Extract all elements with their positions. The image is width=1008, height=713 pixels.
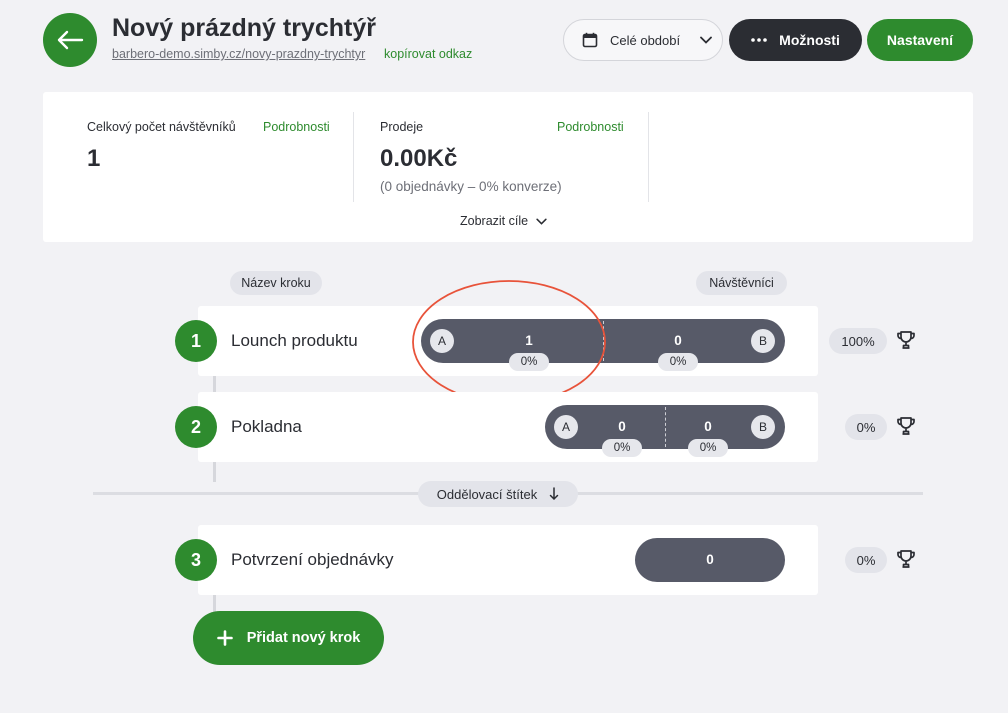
variant-b-visitors: 0 [704, 419, 712, 434]
step-name[interactable]: Lounch produktu [231, 331, 358, 351]
variant-b-visitors: 0 [674, 333, 682, 348]
step-number-badge: 1 [175, 320, 217, 362]
variant-b-percentage: 0% [658, 353, 698, 371]
visitors-value: 1 [87, 145, 101, 172]
visitors-label: Celkový počet návštěvníků [87, 120, 236, 134]
sales-details-link[interactable]: Podrobnosti [557, 120, 624, 134]
visitors-details-link[interactable]: Podrobnosti [263, 120, 330, 134]
step-number-badge: 3 [175, 539, 217, 581]
plus-icon [216, 630, 233, 646]
settings-button[interactable]: Nastavení [867, 19, 973, 61]
variant-a-badge: A [554, 415, 578, 439]
show-goals-toggle[interactable]: Zobrazit cíle [460, 214, 547, 228]
arrow-down-icon [549, 487, 559, 501]
variant-a-visitors: 1 [525, 333, 533, 348]
variant-a-percentage: 0% [602, 439, 642, 457]
sales-subtext: (0 objednávky – 0% konverze) [380, 179, 562, 194]
more-dots-icon [751, 38, 767, 42]
step-name[interactable]: Potvrzení objednávky [231, 550, 394, 570]
sales-label: Prodeje [380, 120, 424, 134]
period-label: Celé období [610, 32, 681, 48]
variant-a-visitors: 0 [618, 419, 626, 434]
trophy-icon[interactable] [896, 549, 916, 574]
step-number-badge: 2 [175, 406, 217, 448]
sales-value: 0.00Kč [380, 145, 458, 172]
step-name[interactable]: Pokladna [231, 417, 302, 437]
variant-b-percentage: 0% [688, 439, 728, 457]
back-button[interactable] [43, 13, 97, 67]
chevron-down-icon [700, 36, 713, 44]
variant-b-badge: B [751, 415, 775, 439]
funnel-url-link[interactable]: barbero-demo.simby.cz/novy-prazdny-trych… [112, 47, 365, 61]
options-button[interactable]: Možnosti [729, 19, 862, 61]
step-conversion-rate: 0% [845, 414, 887, 440]
chevron-down-icon [536, 218, 547, 225]
step-conversion-rate: 100% [829, 328, 887, 354]
column-header-step-name: Název kroku [230, 271, 322, 295]
copy-link-button[interactable]: kopírovat odkaz [384, 47, 472, 61]
calendar-icon [582, 32, 598, 48]
arrow-left-icon [57, 30, 84, 50]
trophy-icon[interactable] [896, 330, 916, 355]
separator-label-text: Oddělovací štítek [436, 486, 538, 502]
options-label: Možnosti [779, 32, 840, 48]
ab-divider [603, 321, 604, 361]
trophy-icon[interactable] [896, 416, 916, 441]
period-select[interactable]: Celé období [563, 19, 723, 61]
step-visitors: 0 [706, 552, 714, 567]
step-connector [213, 462, 216, 482]
show-goals-label: Zobrazit cíle [460, 214, 529, 228]
stats-divider [648, 112, 649, 202]
variant-a-percentage: 0% [509, 353, 549, 371]
column-header-visitors: Návštěvníci [696, 271, 787, 295]
step-conversion-rate: 0% [845, 547, 887, 573]
ab-divider [665, 407, 666, 447]
stats-divider [353, 112, 354, 202]
add-step-button[interactable]: Přidat nový krok [193, 611, 384, 665]
add-step-label: Přidat nový krok [246, 630, 361, 646]
step-connector [213, 376, 216, 392]
separator-label[interactable]: Oddělovací štítek [418, 481, 578, 507]
page-title: Nový prázdný trychtýř [112, 14, 376, 42]
variant-a-badge: A [430, 329, 454, 353]
variant-b-badge: B [751, 329, 775, 353]
